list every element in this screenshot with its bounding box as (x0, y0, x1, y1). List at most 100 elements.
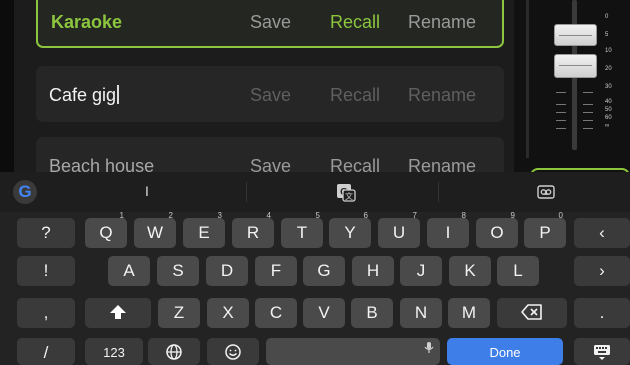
key-label: T (296, 223, 308, 242)
key-v[interactable]: V (303, 298, 345, 328)
toolbar-divider (246, 182, 247, 202)
save-button[interactable]: Save (250, 12, 291, 33)
fader-tick (556, 104, 566, 105)
translate-icon[interactable]: G 文 (335, 181, 357, 203)
key-label: I (445, 223, 451, 242)
emoji-key[interactable] (207, 338, 259, 365)
key-label: P (539, 223, 551, 242)
scene-name-text: Cafe gig (49, 85, 117, 105)
key-l[interactable]: L (497, 256, 539, 286)
key-a[interactable]: A (108, 256, 150, 286)
key-j[interactable]: J (400, 256, 442, 286)
key-cursor-right[interactable]: › (574, 256, 630, 286)
key-label: W (146, 223, 164, 242)
key-n[interactable]: N (400, 298, 442, 328)
key-k[interactable]: K (449, 256, 491, 286)
key-question[interactable]: ? (17, 218, 75, 248)
voice-typing-icon[interactable] (535, 181, 557, 203)
done-button[interactable]: Done (447, 338, 563, 365)
key-s[interactable]: S (157, 256, 199, 286)
backspace-key[interactable] (497, 298, 567, 328)
key-f[interactable]: F (255, 256, 297, 286)
scene-row-karaoke[interactable]: Karaoke Save Recall Rename (36, 0, 504, 48)
language-key[interactable] (148, 338, 200, 365)
fader-tick (583, 128, 593, 129)
scene-name: Beach house (49, 156, 155, 172)
key-y[interactable]: Y6 (329, 211, 371, 248)
key-slash[interactable]: / (17, 338, 75, 365)
key-p[interactable]: P0 (524, 211, 566, 248)
key-o[interactable]: O9 (476, 211, 518, 248)
fader-tick (583, 112, 593, 113)
key-i[interactable]: I8 (427, 211, 469, 248)
key-label: Y (344, 223, 356, 242)
scene-row-cafe-gig[interactable]: Cafe gig Save Recall Rename (36, 66, 504, 122)
key-label: E (198, 223, 210, 242)
fader-scale-label: ∞ (605, 123, 610, 129)
key-g[interactable]: G (303, 256, 345, 286)
key-m[interactable]: M (448, 298, 490, 328)
google-icon[interactable]: G (13, 180, 37, 204)
key-w[interactable]: W2 (134, 211, 176, 248)
key-label: Q (99, 223, 113, 242)
recall-button[interactable]: Recall (330, 156, 380, 172)
key-exclamation[interactable]: ! (17, 256, 75, 286)
key-x[interactable]: X (207, 298, 249, 328)
fader-handle[interactable] (554, 54, 597, 78)
key-h[interactable]: H (352, 256, 394, 286)
scene-name: Karaoke (51, 12, 123, 32)
key-u[interactable]: U7 (378, 211, 420, 248)
recall-button[interactable]: Recall (330, 85, 380, 106)
suggestion-chip[interactable]: I (145, 183, 149, 199)
key-t[interactable]: T5 (281, 211, 323, 248)
svg-text:文: 文 (345, 191, 353, 201)
space-bar[interactable] (266, 338, 440, 365)
key-comma[interactable]: , (17, 298, 75, 328)
fader-tick (583, 104, 593, 105)
fader-tick (556, 92, 566, 93)
save-button[interactable]: Save (250, 156, 291, 172)
recall-button[interactable]: Recall (330, 12, 380, 33)
backspace-icon (521, 304, 542, 320)
scene-row-beach-house[interactable]: Beach house Save Recall Rename (36, 137, 504, 172)
fader-scale-label: 60 (605, 115, 612, 121)
save-button[interactable]: Save (250, 85, 291, 106)
key-hint: 7 (412, 211, 417, 220)
key-e[interactable]: E3 (183, 211, 225, 248)
key-z[interactable]: Z (158, 298, 200, 328)
left-edge (0, 0, 14, 172)
hide-keyboard-key[interactable] (574, 338, 630, 365)
shift-icon (110, 305, 126, 319)
rename-button[interactable]: Rename (408, 156, 476, 172)
key-hint: 8 (461, 211, 466, 220)
key-cursor-left[interactable]: ‹ (574, 218, 630, 248)
fader-handle-upper[interactable] (554, 24, 597, 46)
key-hint: 9 (510, 211, 515, 220)
key-c[interactable]: C (255, 298, 297, 328)
key-q[interactable]: Q1 (85, 211, 127, 248)
fader-tick (556, 128, 566, 129)
key-hint: 4 (266, 211, 271, 220)
shift-key[interactable] (85, 298, 151, 328)
meter-divider (526, 0, 529, 158)
key-hint: 0 (558, 211, 563, 220)
fader-scale-label: 50 (605, 107, 612, 113)
rename-button[interactable]: Rename (408, 12, 476, 33)
onscreen-keyboard: G I G 文 ? Q1 W2 E3 R4 T5 Y6 U7 I8 O9 P0 (0, 172, 630, 365)
key-period[interactable]: . (574, 298, 630, 328)
key-hint: 2 (168, 211, 173, 220)
fader-tick (583, 92, 593, 93)
scene-name-input[interactable]: Cafe gig (49, 85, 120, 106)
numbers-key[interactable]: 123 (85, 338, 143, 365)
key-b[interactable]: B (351, 298, 393, 328)
rename-button[interactable]: Rename (408, 85, 476, 106)
fader-tick (556, 120, 566, 121)
key-hint: 5 (315, 211, 320, 220)
key-d[interactable]: D (206, 256, 248, 286)
key-hint: 1 (119, 211, 124, 220)
keyboard-hide-icon (594, 345, 610, 360)
fader-tick (583, 120, 593, 121)
key-hint: 3 (217, 211, 222, 220)
key-r[interactable]: R4 (232, 211, 274, 248)
fader-scale-label: 30 (605, 84, 612, 90)
